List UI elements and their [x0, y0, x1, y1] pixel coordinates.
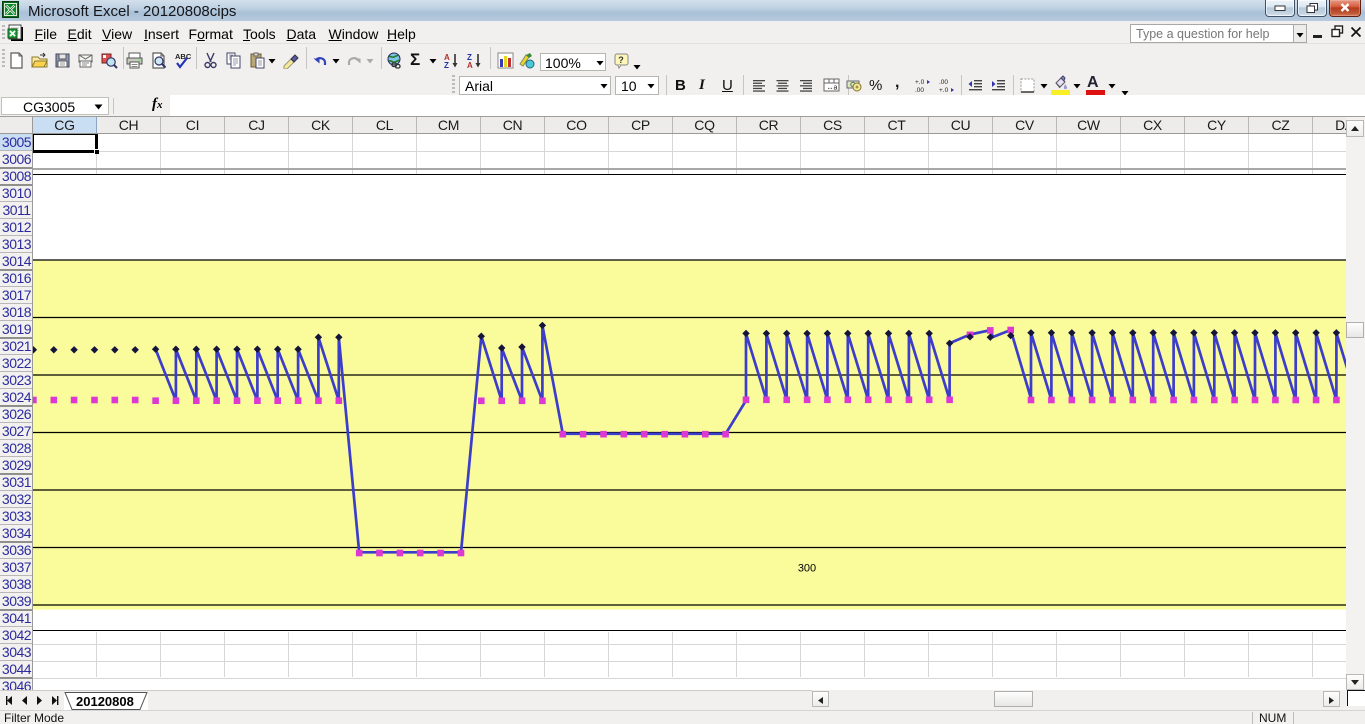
svg-text:A: A: [467, 61, 473, 69]
svg-text:?: ?: [618, 55, 624, 65]
svg-text:+.0: +.0: [939, 87, 949, 94]
svg-text:300: 300: [798, 563, 816, 575]
svg-text:+.0: +.0: [915, 79, 925, 86]
svg-text:.00: .00: [939, 79, 948, 86]
svg-text:ABC: ABC: [175, 52, 191, 61]
svg-text:↔a: ↔a: [827, 85, 838, 92]
svg-text:Z: Z: [444, 61, 449, 69]
svg-text:.00: .00: [915, 87, 924, 94]
